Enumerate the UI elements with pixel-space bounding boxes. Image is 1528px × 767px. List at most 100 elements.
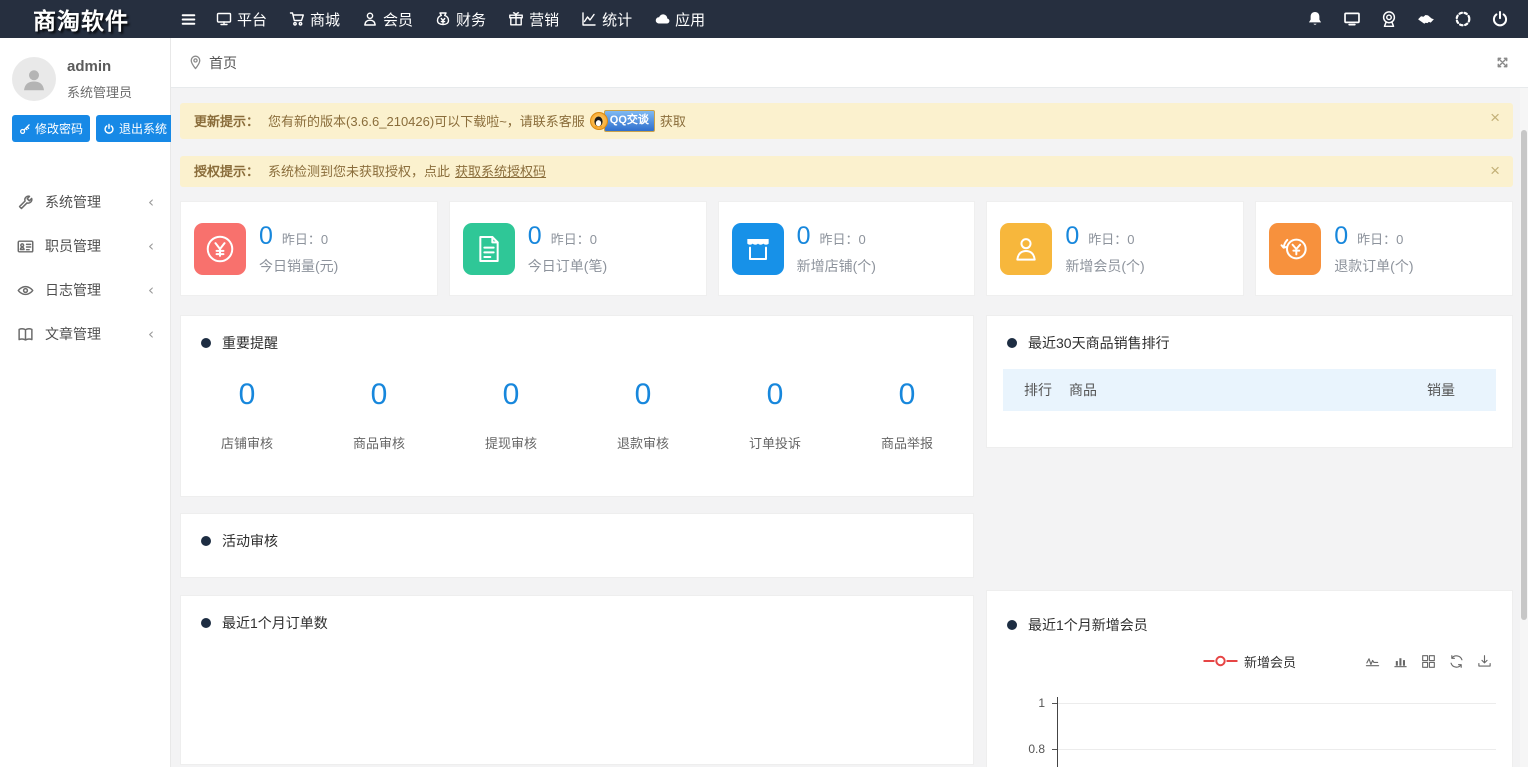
sidebar: admin 系统管理员 修改密码 退出系统 系统管理 ‹ 职员管理 (0, 38, 171, 767)
partner-button[interactable] (1407, 0, 1444, 38)
bar-chart-tool-icon[interactable] (1393, 654, 1408, 669)
sales-rank-table-header: 排行 商品 销量 (1003, 369, 1496, 411)
eye-icon (17, 282, 34, 299)
breadcrumb-home[interactable]: 首页 (209, 53, 237, 73)
qq-chat-badge[interactable]: QQ交谈 (590, 110, 655, 132)
reminder-value: 0 (841, 378, 973, 412)
stat-label: 今日订单(笔) (528, 256, 607, 276)
panel-title: 最近30天商品销售排行 (1028, 333, 1170, 353)
reminder-value: 0 (181, 378, 313, 412)
screen-button[interactable] (1333, 0, 1370, 38)
column-header-goods: 商品 (1069, 380, 1097, 400)
logout-power-button[interactable] (1481, 0, 1518, 38)
nav-item-stats[interactable]: 统计 (570, 0, 643, 38)
auth-alert-text: 系统检测到您未获取授权，点此 (268, 163, 450, 180)
hamburger-menu-button[interactable] (171, 0, 205, 38)
yen-circle-icon (194, 223, 246, 275)
reminder-value: 0 (313, 378, 445, 412)
stat-value: 0 (797, 222, 811, 251)
panel-title: 重要提醒 (222, 333, 278, 353)
restore-tool-icon[interactable] (1449, 654, 1464, 669)
chart-legend-new-members[interactable]: 新增会员 (1203, 652, 1296, 671)
notifications-button[interactable] (1296, 0, 1333, 38)
sidebar-item-system[interactable]: 系统管理 ‹ (0, 180, 170, 224)
finance-icon (435, 11, 451, 27)
user-role: 系统管理员 (67, 82, 132, 101)
reminder-item-goods-report[interactable]: 0商品举报 (841, 378, 973, 452)
panel-title: 最近1个月新增会员 (1028, 615, 1148, 635)
breadcrumb: 首页 (171, 38, 1528, 88)
sidebar-item-logs[interactable]: 日志管理 ‹ (0, 268, 170, 312)
dashboard-content: 更新提示： 您有新的版本(3.6.6_210426)可以下载啦~，请联系客服 Q… (171, 88, 1528, 767)
wrench-icon (17, 194, 34, 211)
nav-item-mall[interactable]: 商城 (278, 0, 351, 38)
user-profile: admin 系统管理员 (0, 38, 170, 109)
nav-item-apps[interactable]: 应用 (643, 0, 716, 38)
stat-yesterday: 昨日：0 (1088, 229, 1134, 248)
close-icon[interactable]: × (1490, 109, 1500, 126)
logout-button[interactable]: 退出系统 (96, 115, 174, 142)
nav-item-label: 平台 (237, 9, 267, 30)
stat-label: 新增店铺(个) (797, 256, 876, 276)
line-chart-tool-icon[interactable] (1365, 654, 1380, 669)
reminder-item-shop-audit[interactable]: 0店铺审核 (181, 378, 313, 452)
loading-button[interactable] (1444, 0, 1481, 38)
reminder-item-withdraw-audit[interactable]: 0提现审核 (445, 378, 577, 452)
nav-item-label: 统计 (602, 9, 632, 30)
stat-yesterday: 昨日：0 (282, 229, 328, 248)
get-auth-code-link[interactable]: 获取系统授权码 (455, 163, 546, 180)
stat-label: 新增会员(个) (1065, 256, 1144, 276)
stat-value: 0 (528, 222, 542, 251)
avatar[interactable] (12, 57, 56, 101)
stats-icon (581, 11, 597, 27)
reminder-item-order-complaint[interactable]: 0订单投诉 (709, 378, 841, 452)
y-axis-line (1057, 697, 1058, 767)
sidebar-menu: 系统管理 ‹ 职员管理 ‹ 日志管理 ‹ 文章管理 ‹ (0, 180, 170, 356)
stat-card-members[interactable]: 0昨日：0 新增会员(个) (986, 201, 1244, 296)
member-icon (362, 11, 378, 27)
stat-card-refunds[interactable]: 0昨日：0 退款订单(个) (1255, 201, 1513, 296)
auth-alert: 授权提示： 系统检测到您未获取授权，点此 获取系统授权码 × (180, 156, 1513, 187)
nav-item-platform[interactable]: 平台 (205, 0, 278, 38)
stat-card-orders[interactable]: 0昨日：0 今日订单(笔) (449, 201, 707, 296)
change-password-label: 修改密码 (35, 120, 83, 137)
sidebar-item-articles[interactable]: 文章管理 ‹ (0, 312, 170, 356)
key-icon (19, 123, 31, 135)
monitor-icon (1343, 10, 1361, 28)
reminder-label: 退款审核 (577, 433, 709, 452)
nav-item-label: 财务 (456, 9, 486, 30)
stat-card-sales[interactable]: 0昨日：0 今日销量(元) (180, 201, 438, 296)
nav-item-member[interactable]: 会员 (351, 0, 424, 38)
qq-penguin-icon (590, 112, 608, 130)
sidebar-item-label: 日志管理 (45, 280, 101, 300)
reminder-item-goods-audit[interactable]: 0 商品审核 (313, 378, 445, 452)
sidebar-item-staff[interactable]: 职员管理 ‹ (0, 224, 170, 268)
reminder-value: 0 (445, 378, 577, 412)
reminder-item-refund-audit[interactable]: 0退款审核 (577, 378, 709, 452)
column-header-sales: 销量 (1427, 380, 1496, 400)
nav-item-marketing[interactable]: 营销 (497, 0, 570, 38)
loading-icon (1454, 10, 1472, 28)
cart-icon (289, 11, 305, 27)
fullscreen-toggle-button[interactable] (1495, 55, 1510, 70)
panel-title: 活动审核 (222, 531, 278, 551)
scrollbar[interactable] (1520, 88, 1528, 767)
power-icon (1491, 10, 1509, 28)
sidebar-item-label: 系统管理 (45, 192, 101, 212)
nav-item-finance[interactable]: 财务 (424, 0, 497, 38)
sales-rank-panel: 最近30天商品销售排行 排行 商品 销量 (986, 315, 1513, 448)
bullet-icon (1007, 338, 1017, 348)
app-icon (654, 11, 670, 27)
tiled-tool-icon[interactable] (1421, 654, 1436, 669)
location-button[interactable] (1370, 0, 1407, 38)
change-password-button[interactable]: 修改密码 (12, 115, 90, 142)
close-icon[interactable]: × (1490, 162, 1500, 179)
book-icon (17, 326, 34, 343)
stat-card-shops[interactable]: 0昨日：0 新增店铺(个) (718, 201, 976, 296)
y-axis-tick-label: 0.8 (995, 741, 1045, 757)
stat-label: 今日销量(元) (259, 256, 338, 276)
update-alert-label: 更新提示： (194, 113, 259, 130)
scrollbar-thumb[interactable] (1521, 130, 1527, 620)
download-tool-icon[interactable] (1477, 654, 1492, 669)
reminder-label: 商品审核 (313, 433, 445, 452)
